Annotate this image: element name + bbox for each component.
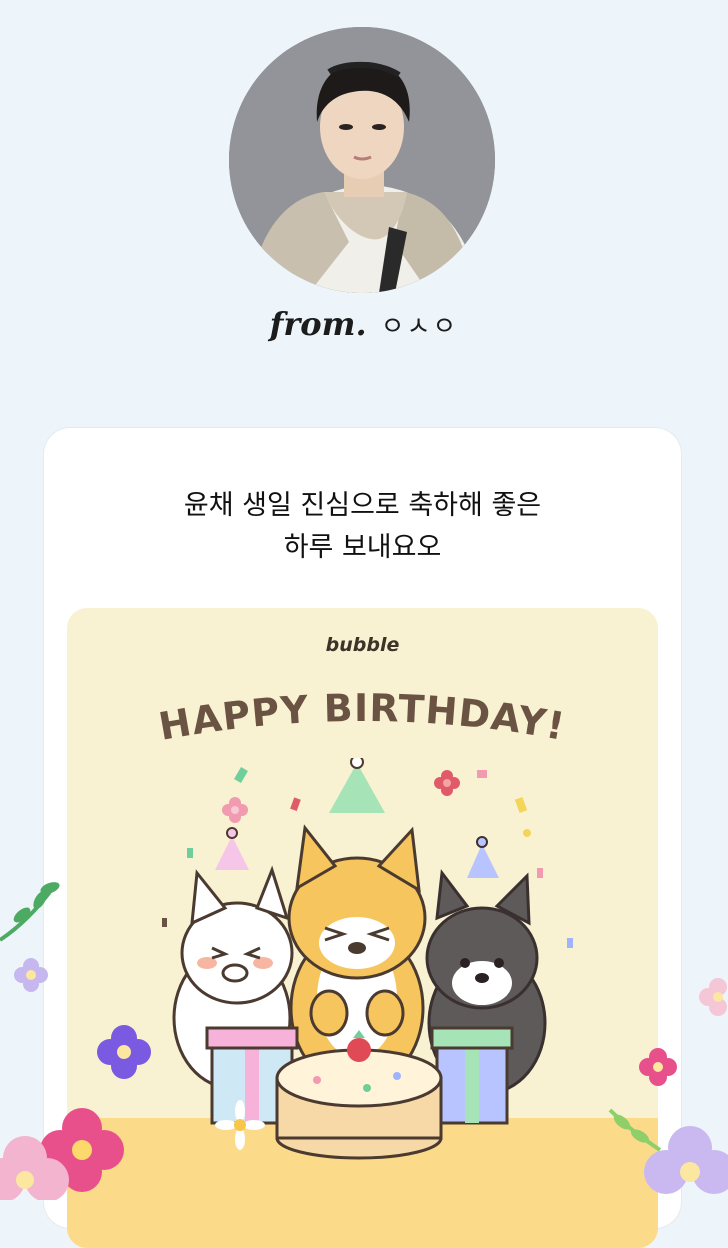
- headline-art: HAPPY BIRTHDAY!: [156, 686, 569, 749]
- from-label: from.: [269, 305, 367, 343]
- lavender-flower-small: [14, 958, 48, 992]
- sender-row: from. ㅇㅅㅇ: [0, 305, 728, 343]
- sender-name: ㅇㅅㅇ: [380, 312, 459, 342]
- pale-pink-flower-right: [699, 978, 727, 1016]
- birthday-card-image: bubble HAPPY BIRTHDAY!: [67, 608, 658, 1248]
- message-line-1: 윤채 생일 진심으로 축하해 좋은: [183, 490, 542, 521]
- message-line-2: 하루 보내요오: [283, 532, 442, 563]
- brand-logo: bubble: [325, 634, 400, 656]
- sender-avatar: [229, 27, 495, 293]
- message-card: 윤채 생일 진심으로 축하해 좋은 하루 보내요오 bubble HAPPY B…: [44, 428, 681, 1248]
- headline-text: HAPPY BIRTHDAY!: [156, 686, 569, 749]
- avatar-photo: [229, 27, 495, 293]
- message-text: 윤채 생일 진심으로 축하해 좋은 하루 보내요오: [44, 485, 681, 569]
- headline-textpath: HAPPY BIRTHDAY!: [156, 686, 568, 749]
- dogs-illustration: [67, 758, 658, 1248]
